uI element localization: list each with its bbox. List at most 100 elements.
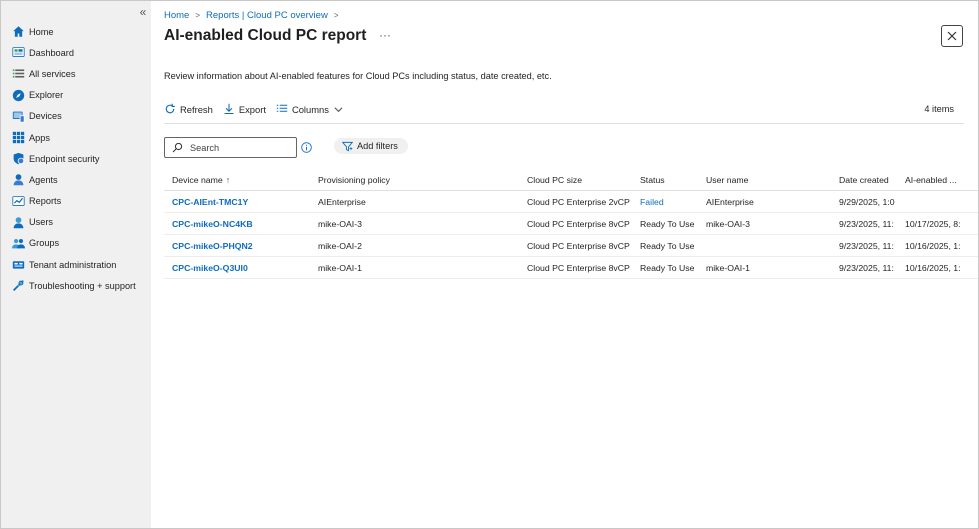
sort-ascending-icon: ↑ — [225, 174, 231, 185]
apps-icon — [11, 131, 25, 145]
sidebar-item-explorer[interactable]: Explorer — [1, 85, 151, 106]
column-header-provisioning-policy[interactable]: Provisioning policy — [318, 175, 518, 185]
refresh-button[interactable]: Refresh — [164, 103, 213, 115]
column-header-cloud-pc-size[interactable]: Cloud PC size — [527, 175, 635, 185]
sidebar-item-endpoint-security[interactable]: Endpoint security — [1, 148, 151, 169]
sidebar-item-agents[interactable]: Agents — [1, 169, 151, 190]
sidebar-item-troubleshooting[interactable]: Troubleshooting + support — [1, 275, 151, 296]
date-created-cell: 9/23/2025, 11: — [839, 218, 894, 229]
column-header-status[interactable]: Status — [640, 175, 702, 185]
add-filters-label: Add filters — [357, 141, 398, 151]
sidebar-item-devices[interactable]: Devices — [1, 106, 151, 127]
devices-icon — [11, 109, 25, 123]
table-header: Device name ↑ Provisioning policy Cloud P… — [164, 169, 978, 191]
report-table: Device name ↑ Provisioning policy Cloud P… — [164, 169, 978, 279]
reports-icon — [11, 194, 25, 208]
download-icon — [224, 103, 234, 115]
date-created-cell: 9/23/2025, 11: — [839, 262, 894, 273]
date-created-cell: 9/29/2025, 1:0 — [839, 196, 895, 207]
shield-icon — [11, 152, 25, 166]
chevron-down-icon — [334, 106, 343, 112]
ai-enabled-cell: 10/16/2025, 1: — [905, 240, 961, 251]
breadcrumb-separator: > — [195, 10, 201, 20]
more-options-button[interactable]: ··· — [379, 28, 391, 42]
table-row: CPC-mikeO-NC4KB mike-OAI-3 Cloud PC Ente… — [164, 213, 978, 235]
search-box[interactable] — [164, 137, 297, 158]
breadcrumb: Home > Reports | Cloud PC overview > — [164, 9, 344, 21]
column-header-date-created[interactable]: Date created — [839, 175, 899, 185]
sidebar-item-label: Agents — [29, 174, 58, 185]
explorer-icon — [11, 88, 25, 102]
sidebar-item-label: Troubleshooting + support — [29, 280, 136, 291]
sidebar-item-tenant-administration[interactable]: Tenant administration — [1, 254, 151, 275]
user-name-cell: mike-OAI-3 — [706, 218, 750, 229]
status-cell: Ready To Use — [640, 262, 695, 273]
sidebar-item-reports[interactable]: Reports — [1, 191, 151, 212]
info-icon[interactable] — [301, 142, 312, 153]
column-header-user-name[interactable]: User name — [706, 175, 834, 185]
device-name-link[interactable]: CPC-AIEnt-TMC1Y — [172, 197, 312, 207]
sidebar-item-label: Groups — [29, 238, 60, 249]
export-label: Export — [238, 103, 266, 115]
sidebar-item-label: Devices — [29, 111, 62, 122]
list-icon — [11, 67, 25, 81]
add-filters-button[interactable]: Add filters — [334, 138, 408, 154]
close-button[interactable] — [941, 25, 963, 47]
provisioning-policy-cell: AIEnterprise — [318, 196, 366, 207]
table-row: CPC-mikeO-Q3UI0 mike-OAI-1 Cloud PC Ente… — [164, 257, 978, 279]
columns-button[interactable]: Columns — [276, 103, 347, 115]
filter-icon — [342, 141, 353, 151]
sidebar-item-label: Tenant administration — [29, 259, 117, 270]
sidebar-item-label: Explorer — [29, 90, 64, 101]
sidebar-item-dashboard[interactable]: Dashboard — [1, 42, 151, 63]
tools-icon — [11, 279, 25, 293]
user-icon — [11, 215, 25, 229]
export-button[interactable]: Export — [223, 103, 266, 115]
status-cell: Ready To Use — [640, 240, 695, 251]
agents-icon — [11, 173, 25, 187]
search-icon — [172, 142, 183, 153]
table-row: CPC-mikeO-PHQN2 mike-OAI-2 Cloud PC Ente… — [164, 235, 978, 257]
provisioning-policy-cell: mike-OAI-2 — [318, 240, 362, 251]
page-description: Review information about AI-enabled feat… — [164, 71, 552, 81]
toolbar-divider — [164, 123, 964, 124]
toolbar: Refresh Export Columns — [164, 101, 357, 117]
sidebar-item-all-services[interactable]: All services — [1, 63, 151, 84]
breadcrumb-separator: > — [333, 10, 339, 20]
column-header-ai-enabled[interactable]: AI-enabled ... — [905, 175, 965, 185]
columns-icon — [276, 104, 288, 112]
sidebar-item-home[interactable]: Home — [1, 21, 151, 42]
status-failed-link[interactable]: Failed — [640, 197, 702, 207]
device-name-link[interactable]: CPC-mikeO-Q3UI0 — [172, 263, 312, 273]
device-name-link[interactable]: CPC-mikeO-PHQN2 — [172, 241, 312, 251]
search-input[interactable] — [188, 141, 288, 154]
sidebar-item-users[interactable]: Users — [1, 212, 151, 233]
sidebar-item-groups[interactable]: Groups — [1, 233, 151, 254]
sidebar-item-apps[interactable]: Apps — [1, 127, 151, 148]
breadcrumb-home-link[interactable]: Home — [164, 10, 189, 21]
sidebar-nav: Home Dashboard All services Explorer Dev… — [1, 21, 151, 296]
groups-icon — [11, 236, 25, 250]
ai-enabled-cell: 10/16/2025, 1: — [905, 262, 961, 273]
sidebar: « Home Dashboard All services Explorer D… — [1, 1, 151, 528]
page-title: AI-enabled Cloud PC report — [164, 27, 367, 44]
collapse-sidebar-button[interactable]: « — [137, 6, 149, 18]
status-cell: Ready To Use — [640, 218, 695, 229]
dashboard-icon — [11, 46, 25, 60]
cloud-pc-size-cell: Cloud PC Enterprise 2vCP — [527, 196, 630, 207]
tenant-icon — [11, 258, 25, 272]
sidebar-item-label: Endpoint security — [29, 153, 100, 164]
cloud-pc-size-cell: Cloud PC Enterprise 8vCP — [527, 240, 630, 251]
cloud-pc-size-cell: Cloud PC Enterprise 8vCP — [527, 218, 630, 229]
sidebar-item-label: Users — [29, 217, 53, 228]
column-header-device-name[interactable]: Device name ↑ — [172, 175, 312, 185]
sidebar-item-label: Dashboard — [29, 47, 74, 58]
provisioning-policy-cell: mike-OAI-1 — [318, 262, 362, 273]
breadcrumb-reports-link[interactable]: Reports | Cloud PC overview — [206, 10, 328, 21]
home-icon — [11, 25, 25, 39]
user-name-cell: mike-OAI-1 — [706, 262, 750, 273]
cloud-pc-size-cell: Cloud PC Enterprise 8vCP — [527, 262, 630, 273]
device-name-link[interactable]: CPC-mikeO-NC4KB — [172, 219, 312, 229]
column-header-label: Device name — [172, 174, 223, 185]
sidebar-item-label: Home — [29, 26, 54, 37]
